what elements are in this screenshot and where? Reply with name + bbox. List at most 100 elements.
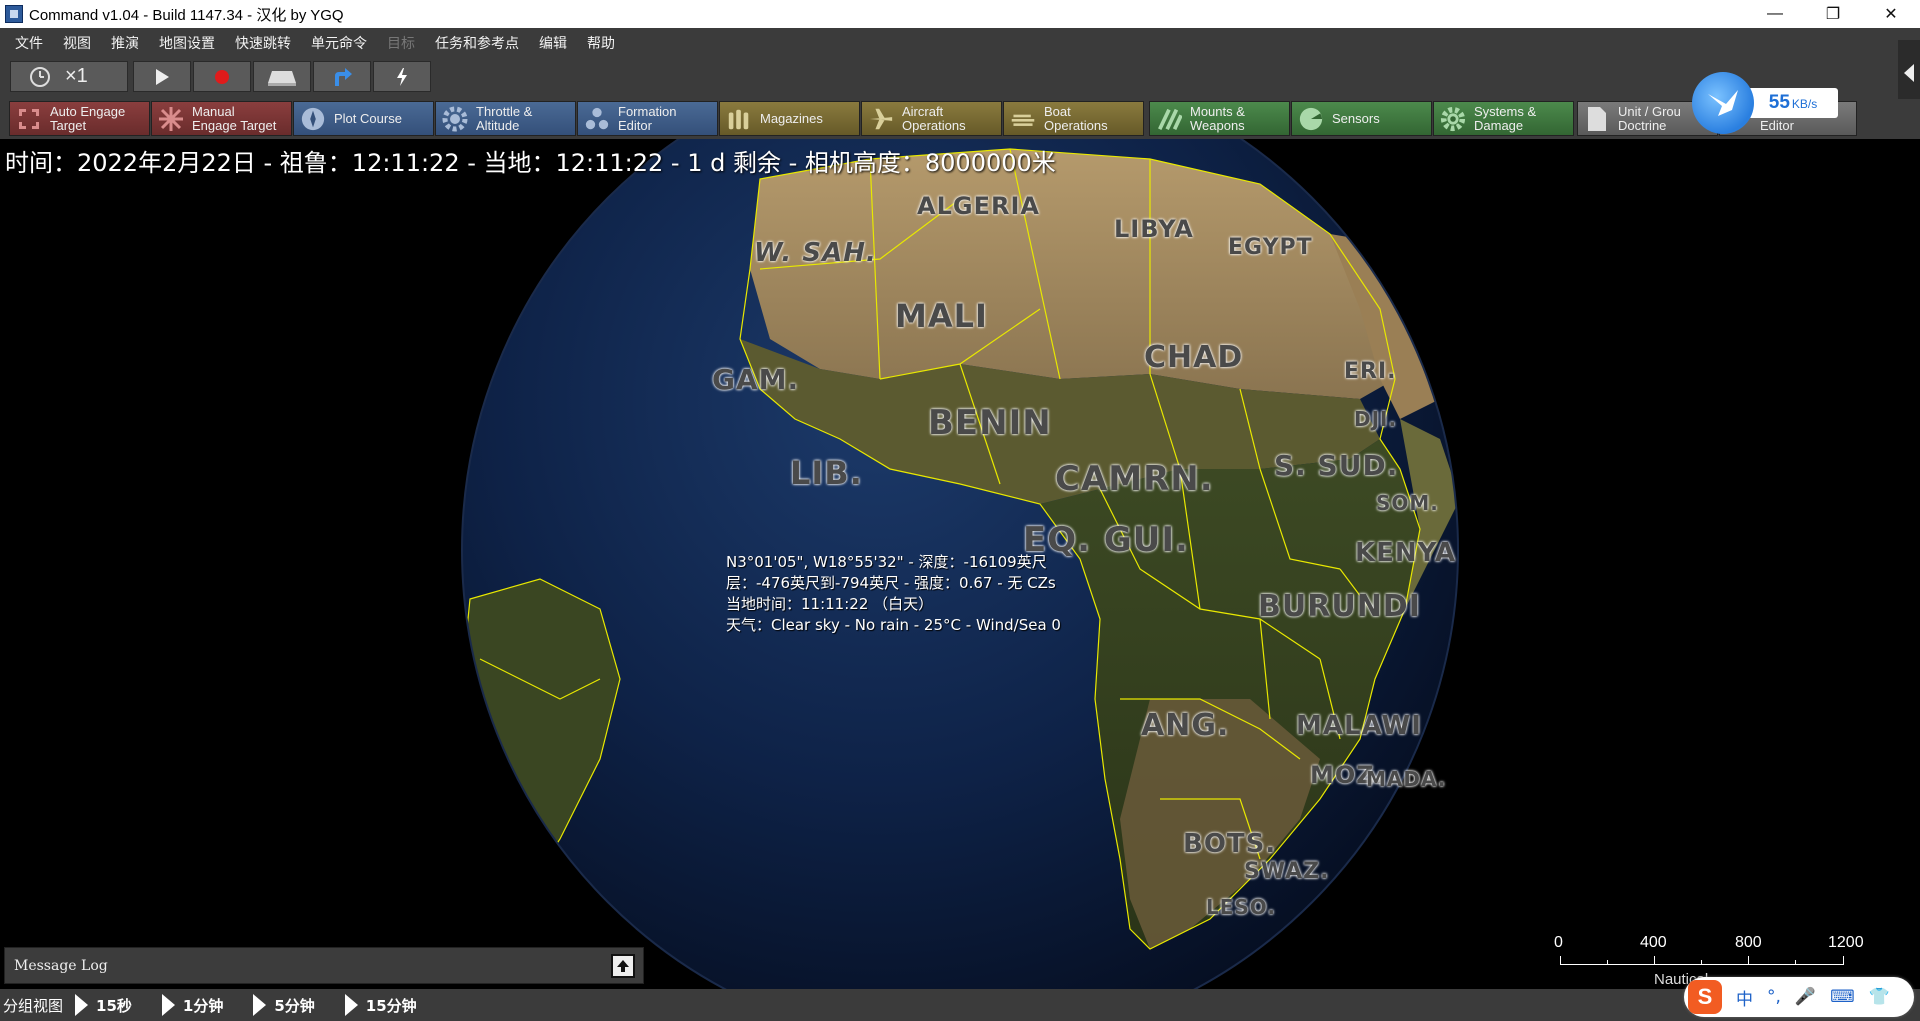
record-icon: [215, 69, 229, 84]
boat-operations-button[interactable]: Boat Operations: [1003, 101, 1144, 136]
message-log-bar[interactable]: Message Log: [4, 947, 644, 984]
document-icon: [1584, 106, 1610, 132]
window-controls: — ❐ ✕: [1746, 0, 1920, 28]
group-view-toggle[interactable]: 分组视图: [3, 995, 63, 1016]
auto-engage-target-label: Auto Engage Target: [50, 103, 126, 133]
country-label-eri: ERI.: [1344, 359, 1397, 384]
collapse-right-panel-button[interactable]: [1898, 40, 1920, 106]
country-label-w-sah: W. SAH.: [754, 238, 877, 268]
country-label-s-sud: S. SUD.: [1274, 449, 1399, 482]
time-step-15min-button[interactable]: 15分钟: [344, 994, 417, 1016]
message-log-label: Message Log: [14, 957, 108, 974]
country-label-lib: LIB.: [790, 454, 863, 492]
airplane-icon: [868, 106, 894, 132]
status-text: 时间：2022年2月22日 - 祖鲁：12:11:22 - 当地：12:11:2…: [5, 149, 1056, 177]
plot-course-label: Plot Course: [334, 110, 402, 126]
missiles-icon: [1156, 106, 1182, 132]
menu-file[interactable]: 文件: [5, 33, 53, 53]
menu-map-settings[interactable]: 地图设置: [149, 33, 225, 53]
restore-button[interactable]: ❐: [1804, 0, 1862, 28]
function-toolbar: Auto Engage Target Manual Engage Target …: [0, 99, 1920, 139]
country-label-dji: DJI.: [1354, 407, 1398, 431]
redirect-button[interactable]: [313, 61, 371, 92]
menu-bar: 文件 视图 推演 地图设置 快速跳转 单元命令 目标 任务和参考点 编辑 帮助: [0, 28, 1920, 57]
radar-icon: [1298, 106, 1324, 132]
country-label-som: SOM.: [1376, 491, 1439, 515]
country-label-chad: CHAD: [1144, 340, 1244, 375]
formation-editor-label: Formation Editor: [618, 103, 677, 133]
gear-gauge-icon: [442, 106, 468, 132]
cruise-button[interactable]: [253, 61, 311, 92]
time-step-5min-button[interactable]: 5分钟: [253, 994, 315, 1016]
menu-help[interactable]: 帮助: [577, 33, 625, 53]
play-icon: [253, 994, 267, 1016]
time-step-15s-button[interactable]: 15秒: [75, 994, 132, 1016]
systems-damage-button[interactable]: Systems & Damage: [1433, 101, 1574, 136]
aircraft-operations-button[interactable]: Aircraft Operations: [861, 101, 1002, 136]
scale-label-800: 800: [1735, 934, 1762, 951]
auto-engage-target-button[interactable]: Auto Engage Target: [9, 101, 150, 136]
keyboard-icon[interactable]: ⌨: [1830, 987, 1855, 1007]
boat-icon: [1010, 106, 1036, 132]
ime-chinese-mode[interactable]: 中: [1736, 985, 1753, 1010]
record-button[interactable]: [193, 61, 251, 92]
menu-edit[interactable]: 编辑: [529, 33, 577, 53]
magazines-button[interactable]: Magazines: [719, 101, 860, 136]
ime-punctuation[interactable]: °,: [1767, 987, 1781, 1007]
app-icon: [5, 5, 23, 23]
formation-editor-button[interactable]: Formation Editor: [577, 101, 718, 136]
network-speed-widget[interactable]: 55 KB/s: [1690, 72, 1848, 134]
manual-engage-target-button[interactable]: Manual Engage Target: [151, 101, 292, 136]
title-bar: Command v1.04 - Build 1147.34 - 汉化 by YG…: [0, 0, 1920, 28]
time-step-label: 5分钟: [274, 996, 315, 1015]
play-icon: [161, 994, 175, 1016]
country-label-mali: MALI: [895, 297, 988, 335]
country-label-camrn: CAMRN.: [1055, 459, 1214, 499]
scale-label-400: 400: [1640, 934, 1667, 951]
expand-message-log-button[interactable]: [611, 954, 635, 978]
arrow-up-icon: [617, 960, 629, 972]
time-step-label: 15秒: [96, 996, 132, 1015]
menu-missions[interactable]: 任务和参考点: [425, 33, 529, 53]
compass-icon: [300, 106, 326, 132]
menu-target[interactable]: 目标: [377, 33, 425, 53]
time-step-1min-button[interactable]: 1分钟: [161, 994, 223, 1016]
ammo-icon: [726, 106, 752, 132]
sogou-logo-icon: S: [1688, 980, 1722, 1014]
time-compression-button[interactable]: ×1: [10, 61, 128, 92]
country-label-bots: BOTS.: [1183, 829, 1277, 859]
boat-operations-label: Boat Operations: [1044, 103, 1108, 133]
menu-scenario[interactable]: 推演: [101, 33, 149, 53]
map-view[interactable]: 时间：2022年2月22日 - 祖鲁：12:11:22 - 当地：12:11:2…: [0, 139, 1920, 989]
play-icon: [75, 994, 89, 1016]
cursor-coordinates: N3°01'05", W18°55'32" - 深度：-16109英尺: [726, 553, 1047, 571]
quick-battle-button[interactable]: [373, 61, 431, 92]
close-button[interactable]: ✕: [1862, 0, 1920, 28]
microphone-icon[interactable]: 🎤: [1795, 987, 1816, 1007]
menu-unit-orders[interactable]: 单元命令: [301, 33, 377, 53]
mounts-weapons-button[interactable]: Mounts & Weapons: [1149, 101, 1290, 136]
country-label-mada: MADA.: [1366, 767, 1447, 791]
mounts-weapons-label: Mounts & Weapons: [1190, 103, 1245, 133]
gear-icon: [1440, 106, 1466, 132]
cursor-info-panel: N3°01'05", W18°55'32" - 深度：-16109英尺 层：-4…: [726, 552, 1061, 636]
aircraft-carrier-icon: [268, 70, 296, 86]
aircraft-operations-label: Aircraft Operations: [902, 103, 966, 133]
cursor-local-time: 当地时间：11:11:22 （白天）: [726, 595, 934, 613]
throttle-altitude-button[interactable]: Throttle & Altitude: [435, 101, 576, 136]
sensors-button[interactable]: Sensors: [1291, 101, 1432, 136]
country-label-libya: LIBYA: [1114, 215, 1194, 243]
play-button[interactable]: [133, 61, 191, 92]
plot-course-button[interactable]: Plot Course: [293, 101, 434, 136]
hexagons-icon: [584, 106, 610, 132]
scale-tick: [1654, 956, 1655, 965]
menu-view[interactable]: 视图: [53, 33, 101, 53]
ime-toolbar[interactable]: S 中 °, 🎤 ⌨ 👕: [1684, 977, 1914, 1017]
scale-tick: [1795, 960, 1796, 965]
scale-label-0: 0: [1554, 934, 1563, 951]
scale-tick: [1607, 960, 1608, 965]
magazines-label: Magazines: [760, 110, 823, 126]
minimize-button[interactable]: —: [1746, 0, 1804, 28]
skin-icon[interactable]: 👕: [1869, 987, 1890, 1007]
menu-quick-jump[interactable]: 快速跳转: [225, 33, 301, 53]
